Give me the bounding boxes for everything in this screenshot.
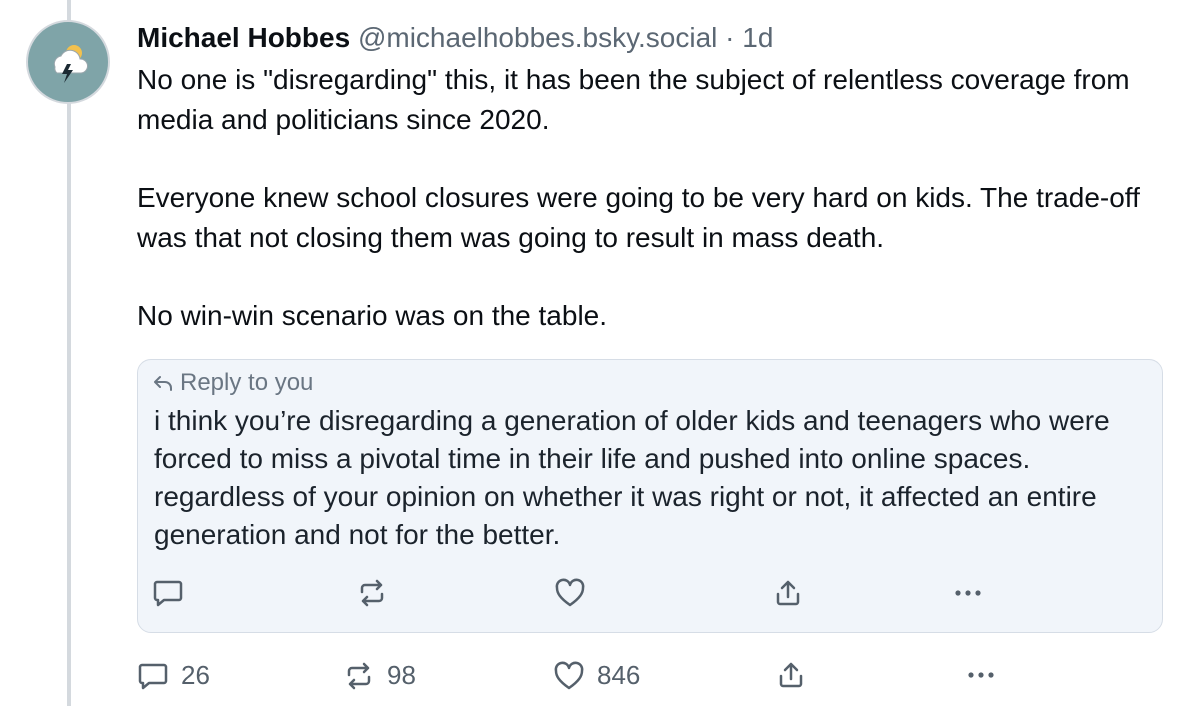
quote-more-button[interactable] (950, 578, 986, 608)
separator-dot: · (725, 22, 735, 53)
storm-cloud-icon (53, 45, 88, 83)
share-button[interactable] (775, 660, 807, 690)
post-body: No one is "disregarding" this, it has be… (137, 60, 1167, 336)
quoted-post-text: i think you’re disregarding a generation… (154, 405, 1110, 550)
more-options-icon (955, 590, 981, 596)
quote-repost-button[interactable] (356, 578, 388, 608)
like-button[interactable]: 846 (553, 660, 640, 691)
quote-reply-button[interactable] (152, 578, 184, 608)
more-options-button[interactable] (963, 660, 999, 690)
comment-icon (138, 663, 168, 689)
reply-count: 26 (181, 660, 210, 690)
comment-icon (153, 580, 183, 607)
post-paragraph: No win-win scenario was on the table. (137, 300, 608, 331)
more-options-icon (968, 672, 994, 678)
heart-icon (554, 661, 584, 689)
reply-arrow-icon (154, 376, 172, 391)
post-paragraph: No one is "disregarding" this, it has be… (137, 64, 1130, 135)
author-handle[interactable]: @michaelhobbes.bsky.social (358, 22, 717, 53)
repost-icon (347, 662, 371, 689)
quote-share-button[interactable] (772, 578, 804, 608)
quoted-post[interactable]: Reply to you i think you’re disregarding… (137, 359, 1163, 633)
like-count: 846 (597, 660, 641, 690)
thread-line (67, 0, 71, 706)
post-paragraph: Everyone knew school closures were going… (137, 182, 1140, 253)
repost-button[interactable]: 98 (343, 660, 416, 691)
post-actions: 26 98 846 (137, 652, 1167, 698)
author-name[interactable]: Michael Hobbes (137, 22, 350, 53)
avatar[interactable] (26, 20, 110, 104)
post: Michael Hobbes @michaelhobbes.bsky.socia… (137, 18, 1167, 336)
heart-icon (555, 578, 585, 607)
reply-to-label: Reply to you (180, 369, 314, 396)
share-icon (776, 580, 800, 606)
quoted-post-actions (138, 570, 1162, 616)
quote-like-button[interactable] (554, 578, 586, 608)
post-header: Michael Hobbes @michaelhobbes.bsky.socia… (137, 18, 1167, 58)
share-icon (779, 662, 803, 688)
reply-to-indicator: Reply to you (152, 368, 313, 398)
repost-count: 98 (387, 660, 416, 690)
repost-icon (360, 579, 384, 607)
reply-button[interactable]: 26 (137, 660, 210, 691)
post-age[interactable]: 1d (742, 22, 773, 53)
